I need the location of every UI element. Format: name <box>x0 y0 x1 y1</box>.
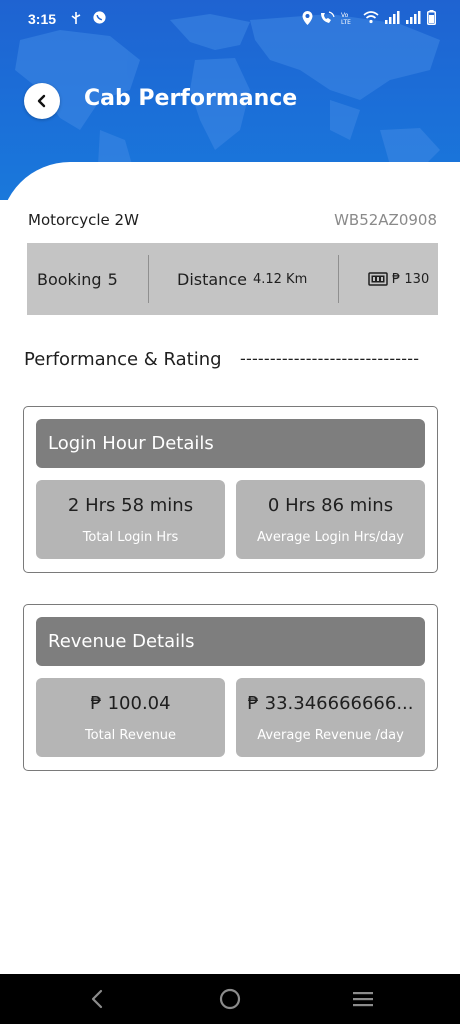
status-time: 3:15 <box>28 11 57 27</box>
nav-recents-button[interactable] <box>350 986 376 1012</box>
login-hour-card-title: Login Hour Details <box>36 419 425 468</box>
usb-icon <box>71 11 81 24</box>
average-login-value: 0 Hrs 86 mins <box>267 495 394 516</box>
average-login-box: 0 Hrs 86 mins Average Login Hrs/day <box>236 480 425 559</box>
system-nav-bar <box>0 974 460 1024</box>
total-revenue-label: Total Revenue <box>84 728 177 743</box>
svg-text:Vo: Vo <box>341 12 349 19</box>
revenue-card-title: Revenue Details <box>36 617 425 666</box>
nav-home-button[interactable] <box>217 986 243 1012</box>
nav-back-button[interactable] <box>84 986 110 1012</box>
total-login-value: 2 Hrs 58 mins <box>67 495 194 516</box>
average-revenue-value: ₱ 33.346666666... <box>247 693 414 714</box>
back-nav-icon <box>91 989 103 1009</box>
taximeter-icon <box>368 272 388 286</box>
signal-icon <box>385 11 400 24</box>
vehicle-type: Motorcycle 2W <box>28 211 139 229</box>
volte-icon: VoLTE <box>341 12 351 25</box>
section-divider: ------------------------------ <box>240 349 420 368</box>
section-heading: Performance & Rating <box>24 349 222 370</box>
signal-icon <box>406 11 421 24</box>
vehicle-number: WB52AZ0908 <box>334 211 437 229</box>
login-hour-card: Login Hour Details 2 Hrs 58 mins Total L… <box>23 406 438 573</box>
average-login-label: Average Login Hrs/day <box>257 530 404 545</box>
booking-value: 5 <box>107 269 118 289</box>
distance-stat: Distance 4.12 Km <box>177 243 307 315</box>
total-revenue-value: ₱ 100.04 <box>90 693 171 714</box>
total-login-box: 2 Hrs 58 mins Total Login Hrs <box>36 480 225 559</box>
chevron-left-icon <box>37 94 46 108</box>
fare-value: ₱ 130 <box>392 271 430 287</box>
average-revenue-box: ₱ 33.346666666... Average Revenue /day <box>236 678 425 757</box>
total-login-label: Total Login Hrs <box>82 530 179 545</box>
average-revenue-label: Average Revenue /day <box>257 728 404 743</box>
booking-stat: Booking 5 <box>37 243 118 315</box>
distance-label: Distance <box>177 269 247 289</box>
whatsapp-icon <box>93 11 106 24</box>
fare-stat: ₱ 130 <box>368 243 429 315</box>
wifi-icon <box>363 11 379 24</box>
location-icon <box>302 10 313 25</box>
trip-summary-bar: Booking 5 Distance 4.12 Km ₱ 130 <box>27 243 438 315</box>
home-nav-icon <box>219 988 241 1010</box>
battery-icon <box>427 10 436 25</box>
booking-label: Booking <box>37 269 102 289</box>
status-bar: 3:15 Vo LTE <box>0 0 460 38</box>
recents-nav-icon <box>353 992 373 1007</box>
revenue-card: Revenue Details ₱ 100.04 Total Revenue ₱… <box>23 604 438 771</box>
back-button[interactable] <box>24 83 60 119</box>
divider <box>338 255 339 303</box>
total-revenue-box: ₱ 100.04 Total Revenue <box>36 678 225 757</box>
page-title: Cab Performance <box>84 86 298 111</box>
divider <box>148 255 149 303</box>
wifi-calling-icon <box>321 10 335 23</box>
distance-value: 4.12 Km <box>252 271 308 287</box>
svg-text:LTE: LTE <box>341 19 351 25</box>
